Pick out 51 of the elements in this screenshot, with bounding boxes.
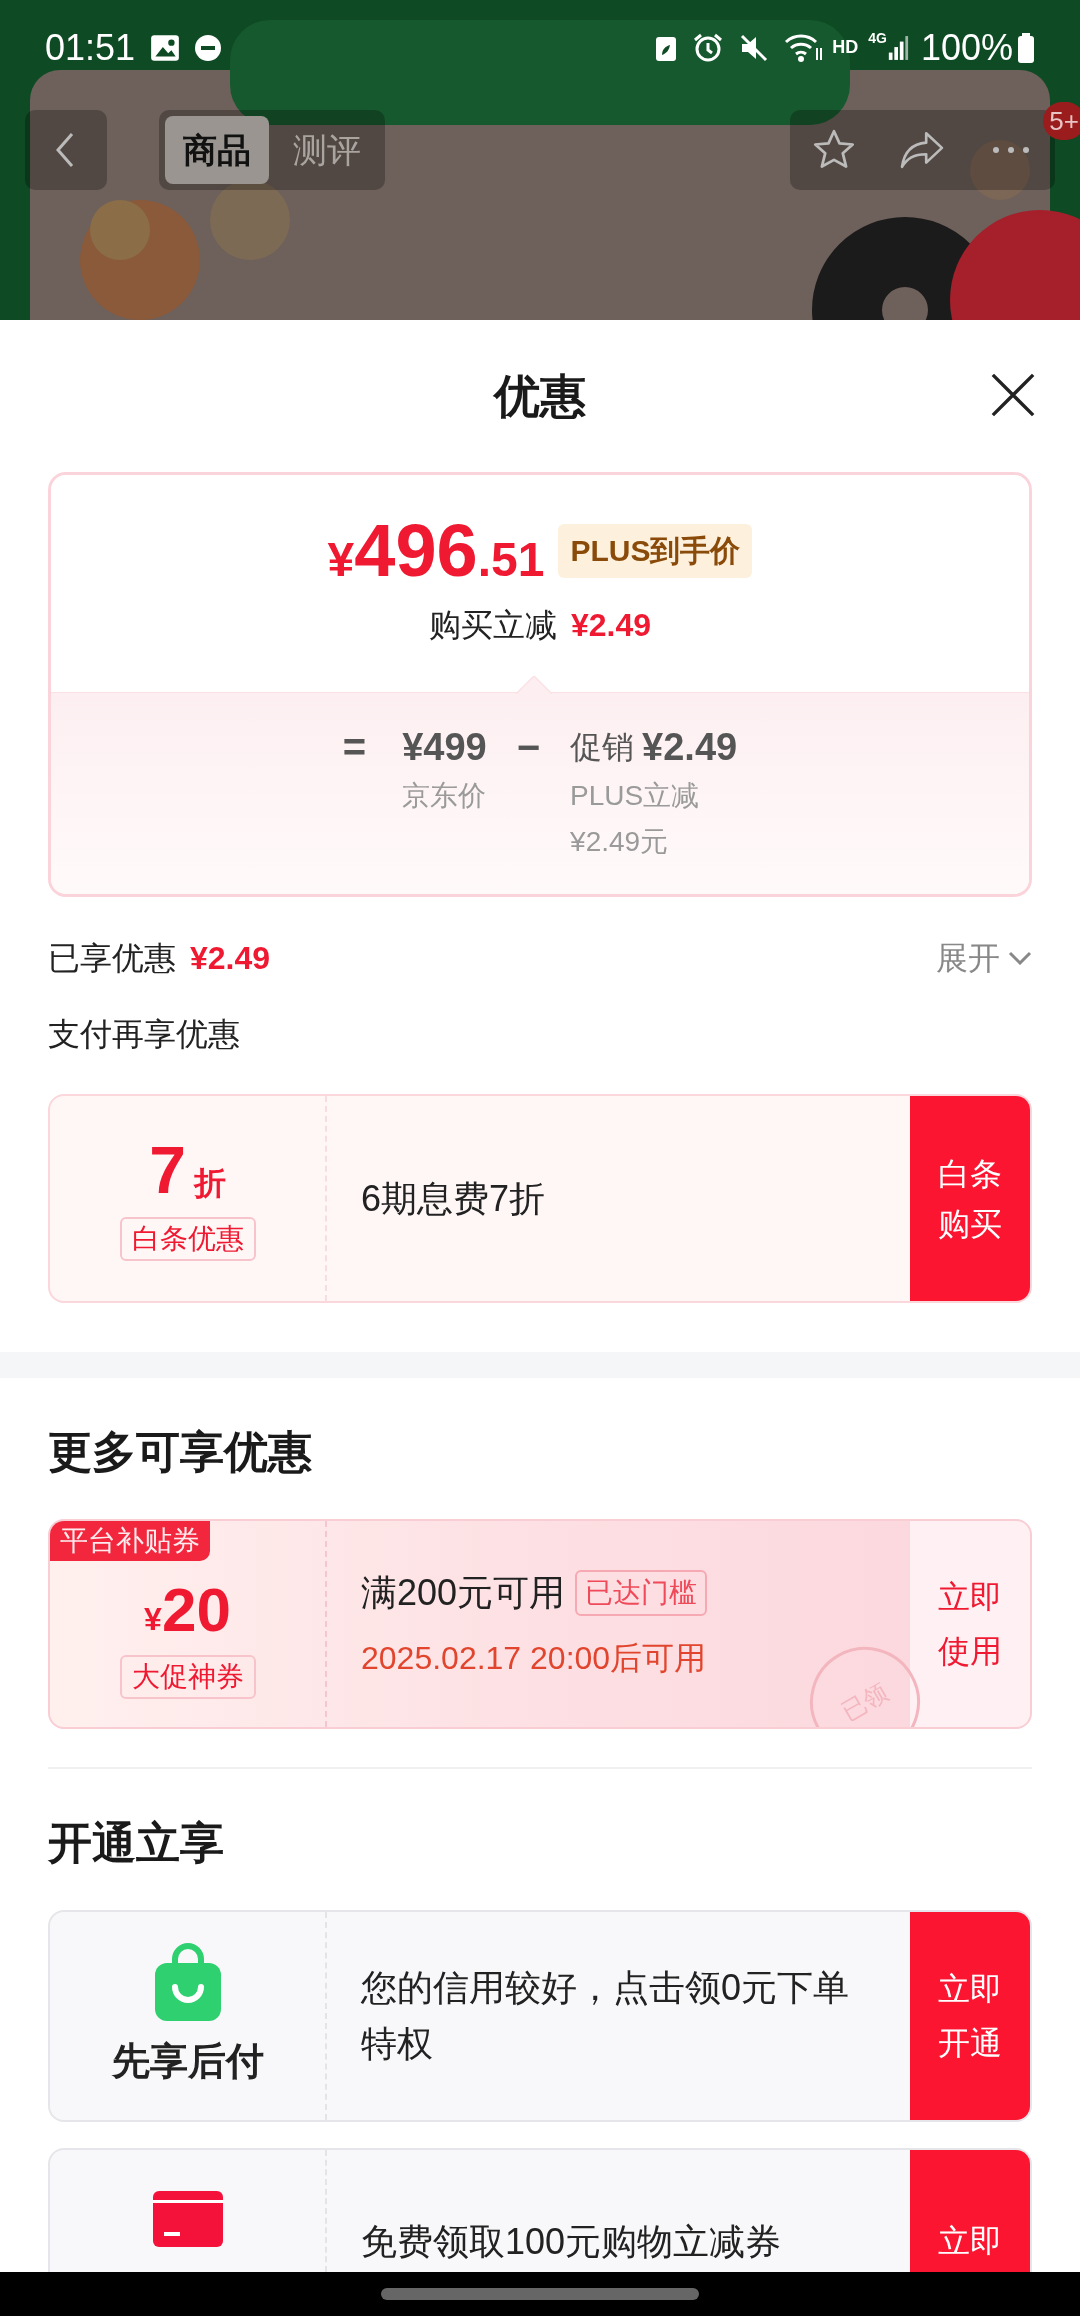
equals-sign: = (342, 724, 367, 771)
promo-detail: ¥2.49元 (570, 825, 670, 859)
jd-price-label: 京东价 (402, 779, 487, 813)
sheet-title: 优惠 (494, 368, 586, 424)
plus-price-tag: PLUS到手价 (558, 524, 753, 578)
close-icon (989, 371, 1037, 419)
coupon-valid-time: 2025.02.17 20:00后可用 (361, 1639, 708, 1678)
network-indicator: HD (832, 36, 859, 59)
savings-value: ¥2.49 (190, 939, 271, 978)
promo-label: 促销 (570, 728, 635, 767)
clock: 01:51 (45, 25, 136, 70)
more-icon (990, 145, 1031, 155)
do-not-disturb-icon (193, 32, 224, 63)
offer-button[interactable]: 白条 购买 (910, 1096, 1030, 1301)
alarm-icon (692, 31, 725, 64)
discount-unit: 折 (193, 1163, 226, 1203)
coupon-condition: 满200元可用 (361, 1571, 566, 1615)
coupon-corner-label: 平台补贴券 (50, 1521, 210, 1561)
reduction-value: ¥2.49 (570, 606, 652, 645)
section-title: 更多可享优惠 (48, 1426, 313, 1478)
coupon-amount: 20 (161, 1579, 231, 1641)
offer-tag: 大促神券 (119, 1655, 256, 1699)
final-price: ¥496.51 (327, 514, 545, 588)
battery-percent: 100% (920, 25, 1013, 70)
back-button[interactable] (25, 110, 107, 190)
network-indicator: 4G (868, 29, 887, 48)
section-title: 开通立享 (48, 1817, 225, 1869)
offer-tag: 白条优惠 (119, 1216, 256, 1261)
offer-description: 您的信用较好，点击领0元下单特权 (361, 1966, 851, 2066)
jd-price: ¥499 (402, 725, 487, 770)
section-title: 支付再享优惠 (48, 1015, 241, 1054)
threshold-badge: 已达门槛 (575, 1570, 708, 1616)
discount-value: 7 (149, 1136, 186, 1203)
promo-value: ¥2.49 (642, 724, 738, 770)
offer-button[interactable]: 立即 (910, 2150, 1030, 2272)
expand-toggle[interactable]: 展开 (936, 934, 1032, 982)
battery-icon (1017, 31, 1035, 64)
tab[interactable]: 商品 (165, 116, 269, 184)
shopping-bag-icon (152, 1942, 223, 2023)
service-name: 先享后付 (111, 2038, 264, 2084)
offer-description: 免费领取100元购物立减券 (361, 2220, 782, 2264)
savings-label: 已享优惠 (48, 939, 176, 978)
currency-symbol: ¥ (144, 1601, 162, 1639)
offer-description: 6期息费7折 (361, 1176, 546, 1221)
offer-button[interactable]: 立即 使用 (910, 1521, 1030, 1727)
reduction-label: 购买立减 (428, 606, 557, 645)
offer-button[interactable]: 立即 开通 (910, 1912, 1030, 2120)
minus-sign: − (516, 724, 541, 771)
card-icon (151, 2190, 224, 2248)
promo-detail: PLUS立减 (570, 779, 701, 813)
tab[interactable]: 测评 (275, 116, 379, 184)
